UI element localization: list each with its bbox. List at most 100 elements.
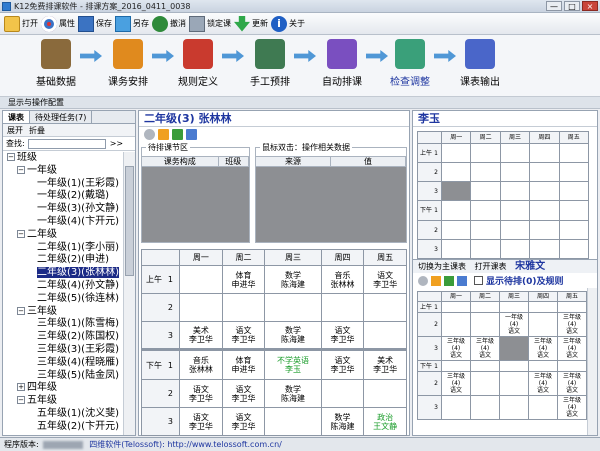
step-basic-data[interactable]: 基础数据 [28, 39, 84, 88]
tab-pending-tasks[interactable]: 待处理任务(7) [30, 111, 93, 123]
timetable-cell[interactable]: 音乐 张林林 [179, 349, 223, 380]
timetable-cell[interactable]: 语文 李卫华 [221, 321, 266, 350]
tree-grade-item[interactable]: − 二年级 [3, 229, 123, 242]
timetable-cell[interactable]: 政治 王文静 [363, 407, 407, 436]
timetable-cell[interactable] [264, 407, 322, 436]
tree-class-item[interactable]: 一年级(3)(孙文静) [3, 203, 123, 216]
tree-class-item[interactable]: 二年级(2)(申进) [3, 254, 123, 267]
tab-schedule[interactable]: 课表 [3, 111, 30, 123]
timetable-cell[interactable] [363, 293, 407, 322]
timetable-cell[interactable]: 美术 李卫华 [363, 349, 407, 380]
timetable-cell[interactable]: 体育 申进华 [221, 265, 266, 294]
timetable-cell[interactable] [440, 162, 472, 182]
timetable-cell[interactable] [499, 143, 531, 163]
tree-class-item[interactable]: 三年级(2)(陈国权) [3, 331, 123, 344]
timetable-cell[interactable] [529, 143, 560, 163]
timetable-cell[interactable] [557, 301, 587, 313]
grid-icon[interactable] [457, 275, 467, 286]
tree-class-item[interactable]: 二年级(1)(李小丽) [3, 242, 123, 255]
tree-class-item[interactable]: 一年级(1)(王彩霞) [3, 178, 123, 191]
timetable-cell[interactable] [529, 239, 560, 259]
search-go-button[interactable]: >> [110, 139, 123, 148]
timetable-cell[interactable]: 美术 李卫华 [179, 321, 223, 350]
timetable-cell[interactable]: 体育 申进华 [221, 349, 266, 380]
timetable-cell[interactable] [499, 301, 529, 313]
add-icon[interactable] [444, 275, 454, 286]
timetable-cell[interactable]: 语文 李卫华 [179, 407, 223, 436]
timetable-cell[interactable] [440, 239, 472, 259]
step-auto-arrange[interactable]: 自动排课 [314, 39, 370, 88]
timetable-cell[interactable]: 数学 陈海建 [264, 379, 322, 408]
tree-class-item[interactable]: 三年级(1)(陈雪梅) [3, 318, 123, 331]
close-button[interactable]: × [582, 1, 598, 11]
timetable-cell[interactable]: 三年级 (4) 语文 [441, 371, 471, 396]
open-schedule-button[interactable]: 打开课表 [475, 262, 507, 271]
timetable-cell[interactable] [320, 379, 365, 408]
tree-class-item[interactable]: 五年级(1)(沈义斐) [3, 408, 123, 421]
cancel-icon[interactable] [418, 275, 428, 286]
timetable-cell[interactable]: 三年级 (4) 语文 [557, 371, 587, 396]
timetable-cell[interactable] [499, 360, 529, 372]
grid-icon[interactable] [186, 128, 197, 140]
company-link[interactable]: 四维软件(Telossoft): http://www.telossoft.co… [89, 440, 282, 449]
timetable-cell[interactable]: 语文 李卫华 [179, 379, 223, 408]
tree-class-item[interactable]: 一年级(4)(卞开元) [3, 216, 123, 229]
collapse-icon[interactable]: − [17, 306, 25, 315]
timetable-cell[interactable] [499, 336, 529, 361]
timetable-cell[interactable] [440, 200, 472, 221]
timetable-cell[interactable] [499, 162, 531, 182]
timetable-cell[interactable] [528, 360, 558, 372]
tree-class-item[interactable]: 二年级(3)(张林林) [3, 267, 123, 280]
collapse-icon[interactable]: − [17, 396, 25, 405]
timetable-cell[interactable] [558, 143, 590, 163]
collapse-all-button[interactable]: 折叠 [29, 124, 45, 136]
maximize-button[interactable]: □ [564, 1, 580, 11]
timetable-cell[interactable]: 三年级 (4) 语文 [528, 371, 558, 396]
timetable-cell[interactable] [470, 395, 500, 420]
timetable-cell[interactable] [557, 360, 587, 372]
tree-class-item[interactable]: 三年级(4)(程晓雁) [3, 357, 123, 370]
timetable-cell[interactable]: 数学 陈海建 [320, 407, 365, 436]
save-button[interactable]: 保存 [78, 14, 112, 34]
timetable-cell[interactable] [499, 181, 531, 201]
timetable-cell[interactable] [529, 200, 560, 221]
save-as-button[interactable]: 另存 [115, 14, 149, 34]
step-check-adjust[interactable]: 检查调整 [382, 39, 438, 88]
expand-all-button[interactable]: 展开 [7, 124, 23, 136]
tree-scrollbar[interactable] [123, 152, 135, 435]
lock-lesson-button[interactable]: 锁定课 [189, 14, 231, 34]
step-rule-define[interactable]: 规则定义 [170, 39, 226, 88]
timetable-cell[interactable] [440, 143, 472, 163]
timetable-cell[interactable]: 语文 李卫华 [320, 349, 365, 380]
show-pending-checkbox[interactable] [474, 276, 483, 285]
switch-main-button[interactable]: 切换为主课表 [418, 262, 466, 271]
timetable-cell[interactable] [441, 312, 471, 337]
timetable-cell[interactable] [363, 379, 407, 408]
timetable-cell[interactable] [470, 312, 500, 337]
timetable-cell[interactable] [529, 162, 560, 182]
timetable-cell[interactable] [558, 239, 590, 259]
timetable-cell[interactable]: 三年级 (4) 语文 [528, 336, 558, 361]
timetable-cell[interactable] [529, 220, 560, 240]
timetable-cell[interactable] [499, 371, 529, 396]
collapse-icon[interactable]: − [17, 165, 25, 174]
timetable-cell[interactable] [470, 181, 501, 201]
undo-button[interactable]: 撤消 [152, 14, 186, 34]
timetable-cell[interactable]: 语文 李卫华 [221, 407, 266, 436]
scroll-thumb[interactable] [125, 166, 134, 276]
step-course-arrange[interactable]: 课务安排 [100, 39, 156, 88]
tree-class-item[interactable]: 三年级(5)(陆金凤) [3, 370, 123, 383]
timetable-cell[interactable]: 音乐 张林林 [320, 265, 365, 294]
timetable-cell[interactable]: 三年级 (4) 语文 [557, 395, 587, 420]
timetable-cell[interactable] [179, 293, 223, 322]
timetable-cell[interactable] [558, 220, 590, 240]
timetable-cell[interactable]: 一年级 (4) 语文 [499, 312, 529, 337]
tree-class-item[interactable]: 二年级(5)(徐连林) [3, 293, 123, 306]
timetable-cell[interactable]: 语文 李卫华 [363, 265, 407, 294]
timetable-cell[interactable]: 数学 陈海建 [264, 321, 322, 350]
timetable-cell[interactable] [440, 220, 472, 240]
timetable-cell[interactable] [470, 143, 501, 163]
tree-class-item[interactable]: 二年级(4)(孙文静) [3, 280, 123, 293]
tree-root-item[interactable]: − 班级 [3, 152, 123, 165]
timetable-cell[interactable] [363, 321, 407, 350]
